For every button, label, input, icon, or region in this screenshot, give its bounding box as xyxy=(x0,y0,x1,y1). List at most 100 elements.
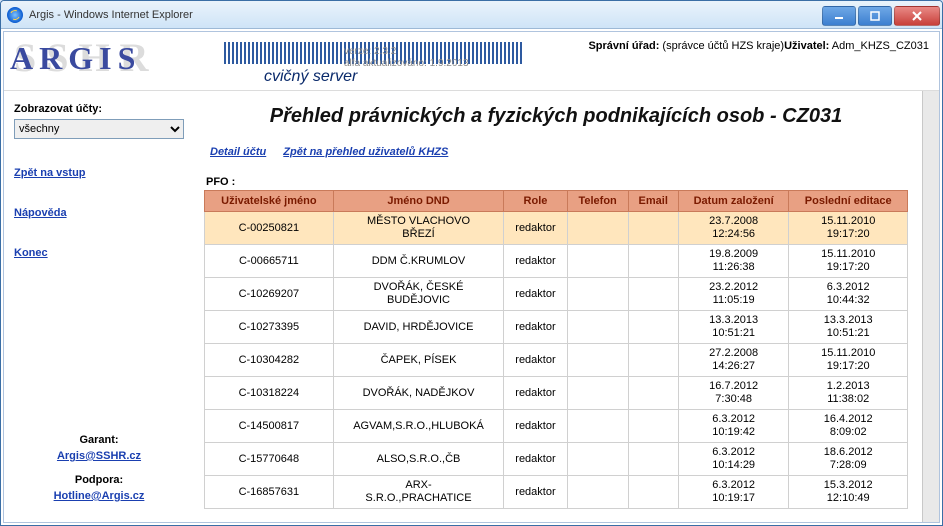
cell: 15.11.201019:17:20 xyxy=(789,212,908,245)
col-created: Datum založení xyxy=(678,191,789,212)
window-title: Argis - Windows Internet Explorer xyxy=(29,9,193,21)
cell: 15.11.201019:17:20 xyxy=(789,245,908,278)
cell: 23.2.201211:05:19 xyxy=(678,278,789,311)
window-maximize-button[interactable] xyxy=(858,6,892,26)
cell: 6.3.201210:44:32 xyxy=(789,278,908,311)
cell xyxy=(628,410,678,443)
cell: 19.8.200911:26:38 xyxy=(678,245,789,278)
cell: DVOŘÁK, ČESKÉBUDĚJOVIC xyxy=(333,278,504,311)
logo: SSHR ARGIS xyxy=(10,36,220,73)
cell: 15.11.201019:17:20 xyxy=(789,344,908,377)
cell: DVOŘÁK, NADĚJKOV xyxy=(333,377,504,410)
cell: C-14500817 xyxy=(205,410,334,443)
browser-window: Argis - Windows Internet Explorer SSHR A… xyxy=(0,0,943,526)
cell: redaktor xyxy=(504,443,567,476)
cell xyxy=(628,377,678,410)
cell: redaktor xyxy=(504,212,567,245)
cell: DDM Č.KRUMLOV xyxy=(333,245,504,278)
main-content: Přehled právnických a fyzických podnikaj… xyxy=(194,91,922,522)
cell: redaktor xyxy=(504,311,567,344)
cell: ALSO,S.R.O.,ČB xyxy=(333,443,504,476)
sidebar: Zobrazovat účty: všechny Zpět na vstup N… xyxy=(4,91,194,522)
cell: 13.3.201310:51:21 xyxy=(678,311,789,344)
cell: redaktor xyxy=(504,344,567,377)
page-header: SSHR ARGIS verze: 2.3.2 alfa aktualizová… xyxy=(4,32,939,86)
garant-email[interactable]: Argis@SSHR.cz xyxy=(57,450,141,462)
col-user: Uživatelské jméno xyxy=(205,191,334,212)
ie-icon xyxy=(7,7,23,23)
link-napoveda[interactable]: Nápověda xyxy=(14,207,184,219)
data-table: Uživatelské jméno Jméno DND Role Telefon… xyxy=(204,190,908,509)
window-minimize-button[interactable] xyxy=(822,6,856,26)
link-konec[interactable]: Konec xyxy=(14,247,184,259)
title-bar: Argis - Windows Internet Explorer xyxy=(1,1,942,29)
cell xyxy=(628,278,678,311)
cell xyxy=(628,344,678,377)
action-links: Detail účtu Zpět na přehled uživatelů KH… xyxy=(210,146,908,158)
cell xyxy=(628,212,678,245)
col-email: Email xyxy=(628,191,678,212)
version-line: verze: 2.3.2 xyxy=(344,46,524,58)
table-row[interactable]: C-16857631ARX-S.R.O.,PRACHATICEredaktor6… xyxy=(205,476,908,509)
cell: 23.7.200812:24:56 xyxy=(678,212,789,245)
col-role: Role xyxy=(504,191,567,212)
section-label: PFO : xyxy=(206,176,908,188)
filter-label: Zobrazovat účty: xyxy=(14,103,184,115)
cell: C-15770648 xyxy=(205,443,334,476)
cell: C-10269207 xyxy=(205,278,334,311)
cell: C-10273395 xyxy=(205,311,334,344)
table-row[interactable]: C-14500817AGVAM,S.R.O.,HLUBOKÁredaktor6.… xyxy=(205,410,908,443)
cell: 16.4.20128:09:02 xyxy=(789,410,908,443)
sidebar-footer: Garant: Argis@SSHR.cz Podpora: Hotline@A… xyxy=(14,432,184,510)
cell: C-00250821 xyxy=(205,212,334,245)
scrollbar[interactable] xyxy=(922,91,939,522)
window-close-button[interactable] xyxy=(894,6,940,26)
cell: C-16857631 xyxy=(205,476,334,509)
table-row[interactable]: C-10318224DVOŘÁK, NADĚJKOVredaktor16.7.2… xyxy=(205,377,908,410)
table-row[interactable]: C-15770648ALSO,S.R.O.,ČBredaktor6.3.2012… xyxy=(205,443,908,476)
podpora-email[interactable]: Hotline@Argis.cz xyxy=(54,490,145,502)
page-title: Přehled právnických a fyzických podnikaj… xyxy=(204,105,908,128)
cell xyxy=(567,377,628,410)
cell: 6.3.201210:19:17 xyxy=(678,476,789,509)
cell xyxy=(567,443,628,476)
table-row[interactable]: C-00250821MĚSTO VLACHOVOBŘEZÍredaktor 23.… xyxy=(205,212,908,245)
page: SSHR ARGIS verze: 2.3.2 alfa aktualizová… xyxy=(3,31,940,523)
cell xyxy=(567,311,628,344)
link-detail-uctu[interactable]: Detail účtu xyxy=(210,146,266,158)
cell: C-10304282 xyxy=(205,344,334,377)
table-row[interactable]: C-10273395DAVID, HRDĚJOVICEredaktor13.3.… xyxy=(205,311,908,344)
server-mode: cvičný server xyxy=(264,68,524,86)
cell xyxy=(628,476,678,509)
header-stripes: verze: 2.3.2 alfa aktualizováno: 1.9.201… xyxy=(224,42,524,86)
cell: redaktor xyxy=(504,476,567,509)
table-row[interactable]: C-00665711DDM Č.KRUMLOVredaktor19.8.2009… xyxy=(205,245,908,278)
cell: C-10318224 xyxy=(205,377,334,410)
cell: MĚSTO VLACHOVOBŘEZÍ xyxy=(333,212,504,245)
cell: 6.3.201210:19:42 xyxy=(678,410,789,443)
link-zpet-na-vstup[interactable]: Zpět na vstup xyxy=(14,167,184,179)
col-dnd: Jméno DND xyxy=(333,191,504,212)
cell xyxy=(567,344,628,377)
cell xyxy=(567,278,628,311)
cell: redaktor xyxy=(504,278,567,311)
link-zpet-prehled[interactable]: Zpět na přehled uživatelů KHZS xyxy=(283,146,448,158)
cell: 15.3.201212:10:49 xyxy=(789,476,908,509)
cell: 18.6.20127:28:09 xyxy=(789,443,908,476)
cell: ČAPEK, PÍSEK xyxy=(333,344,504,377)
cell: 1.2.201311:38:02 xyxy=(789,377,908,410)
cell xyxy=(567,410,628,443)
col-edited: Poslední editace xyxy=(789,191,908,212)
cell: 16.7.20127:30:48 xyxy=(678,377,789,410)
table-row[interactable]: C-10304282ČAPEK, PÍSEKredaktor27.2.20081… xyxy=(205,344,908,377)
cell: redaktor xyxy=(504,410,567,443)
cell: 13.3.201310:51:21 xyxy=(789,311,908,344)
table-row[interactable]: C-10269207DVOŘÁK, ČESKÉBUDĚJOVICredaktor… xyxy=(205,278,908,311)
header-user-info: Správní úřad: (správce účtů HZS kraje)Už… xyxy=(588,36,933,52)
cell xyxy=(628,311,678,344)
cell xyxy=(628,443,678,476)
cell: C-00665711 xyxy=(205,245,334,278)
cell xyxy=(567,476,628,509)
filter-select[interactable]: všechny xyxy=(14,119,184,139)
cell xyxy=(567,245,628,278)
